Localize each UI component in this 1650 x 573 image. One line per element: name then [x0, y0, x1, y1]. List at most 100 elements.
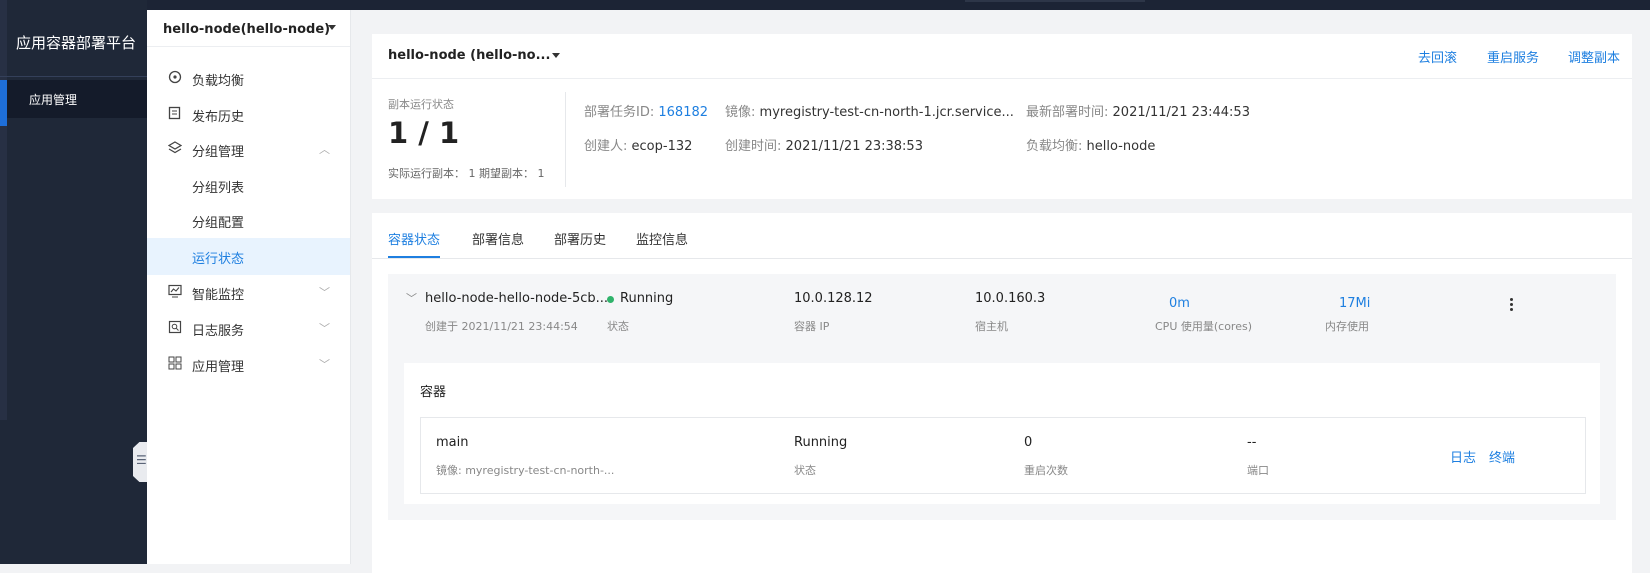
field-label: 创建时间:: [725, 139, 782, 154]
divider: [372, 78, 1632, 79]
load-balancer-value: hello-node: [1086, 139, 1156, 154]
app-summary-card: hello-node (hello-no... 去回滚 重启服务 调整副本 副本…: [372, 34, 1632, 199]
container-ip: 10.0.128.12: [794, 291, 873, 306]
restart-count-label: 重启次数: [1024, 464, 1068, 477]
field-label: 负载均衡:: [1026, 139, 1083, 154]
tab-monitor-info[interactable]: 监控信息: [636, 229, 688, 248]
sidebar-strip: [0, 0, 7, 420]
tab-deploy-history[interactable]: 部署历史: [554, 229, 606, 248]
monitor-icon: [168, 284, 184, 300]
platform-title: 应用容器部署平台: [16, 34, 137, 52]
active-indicator: [0, 80, 7, 126]
replica-status-label: 副本运行状态: [388, 98, 454, 111]
chevron-down-icon[interactable]: ﹀: [406, 290, 417, 306]
containers-panel: 容器 main 镜像: myregistry-test-cn-north-...…: [404, 363, 1600, 504]
detail-card: 容器状态 部署信息 部署历史 监控信息 ﹀ hello-node-hello-n…: [372, 213, 1632, 573]
restart-count: 0: [1024, 435, 1033, 450]
menu-item-label: 负载均衡: [192, 74, 245, 89]
menu-item-running-status[interactable]: 运行状态: [147, 238, 350, 275]
adjust-replicas-button[interactable]: 调整副本: [1568, 47, 1620, 66]
caret-down-icon[interactable]: [552, 53, 560, 58]
memory-usage-label: 内存使用: [1325, 320, 1369, 333]
image-value: myregistry-test-cn-north-1.jcr.service..…: [759, 105, 1014, 120]
field-label: 最新部署时间:: [1026, 105, 1109, 120]
container-ip-label: 容器 IP: [794, 320, 830, 333]
chevron-down-icon: ﹀: [319, 286, 330, 299]
cpu-usage-label: CPU 使用量(cores): [1155, 320, 1253, 333]
log-icon: [168, 320, 184, 336]
pod-status: Running: [620, 291, 674, 306]
menu-item-label: 运行状态: [192, 252, 245, 267]
pod-created-time: 创建于 2021/11/21 23:44:54: [425, 320, 578, 333]
memory-usage-link[interactable]: 17Mi: [1339, 296, 1370, 311]
menu-item-group-list[interactable]: 分组列表: [147, 167, 350, 204]
terminal-link[interactable]: 终端: [1489, 447, 1515, 466]
load-balancer-icon: [168, 70, 184, 86]
host-ip: 10.0.160.3: [975, 291, 1046, 306]
history-icon: [168, 106, 184, 122]
menu-item-load-balancing[interactable]: 负载均衡: [147, 60, 350, 97]
latest-deploy-time-value: 2021/11/21 23:44:53: [1112, 105, 1250, 120]
more-vertical-icon[interactable]: [1510, 298, 1514, 313]
creator-value: ecop-132: [631, 139, 693, 154]
app-selector-label: hello-node(hello-node): [163, 22, 331, 37]
sidebar-item-label: 应用管理: [29, 93, 78, 107]
chevron-up-icon: ︿: [319, 143, 330, 156]
restart-service-button[interactable]: 重启服务: [1487, 47, 1539, 66]
caret-down-icon: [328, 25, 336, 30]
top-bar-search-stub: [965, 0, 1145, 2]
active-tab-indicator: [388, 256, 440, 258]
task-id-field: 部署任务ID: 168182: [584, 101, 708, 120]
status-dot-icon: [607, 296, 614, 303]
menu-item-group-config[interactable]: 分组配置: [147, 202, 350, 239]
field-label: 创建人:: [584, 139, 628, 154]
app-selector[interactable]: hello-node(hello-node): [147, 10, 350, 47]
created-time-field: 创建时间: 2021/11/21 23:38:53: [725, 135, 923, 154]
menu-item-log-service[interactable]: 日志服务 ﹀: [147, 310, 350, 347]
creator-field: 创建人: ecop-132: [584, 135, 692, 154]
latest-deploy-time-field: 最新部署时间: 2021/11/21 23:44:53: [1026, 101, 1250, 120]
menu-item-label: 应用管理: [192, 360, 245, 375]
image-field: 镜像: myregistry-test-cn-north-1.jcr.servi…: [725, 101, 1014, 120]
field-label: 镜像:: [725, 105, 756, 120]
rollback-button[interactable]: 去回滚: [1418, 47, 1457, 66]
container-image: 镜像: myregistry-test-cn-north-...: [436, 464, 615, 477]
pod-name[interactable]: hello-node-hello-node-5cb...: [425, 291, 608, 306]
logs-link[interactable]: 日志: [1450, 447, 1476, 466]
menu-item-label: 分组配置: [192, 216, 245, 231]
tab-deploy-info[interactable]: 部署信息: [472, 229, 524, 248]
layers-icon: [167, 141, 184, 157]
apps-icon: [168, 356, 184, 372]
menu-item-group-management[interactable]: 分组管理 ︿: [147, 131, 350, 168]
sidebar-item-app-management[interactable]: 应用管理: [0, 80, 147, 126]
pod-panel: ﹀ hello-node-hello-node-5cb... 创建于 2021/…: [388, 274, 1616, 520]
replica-count: 1 / 1: [388, 116, 460, 150]
menu-item-label: 智能监控: [192, 288, 245, 303]
menu-item-label: 分组列表: [192, 181, 245, 196]
menu-item-label: 发布历史: [192, 110, 245, 125]
menu-item-smart-monitor[interactable]: 智能监控 ﹀: [147, 274, 350, 311]
cpu-usage-link[interactable]: 0m: [1169, 296, 1190, 311]
main-sidebar: 应用容器部署平台 应用管理: [0, 0, 147, 564]
chevron-down-icon: ﹀: [319, 358, 330, 371]
menu-item-label: 分组管理: [192, 145, 245, 160]
task-id-link[interactable]: 168182: [658, 105, 708, 120]
divider: [565, 92, 566, 187]
menu-icon: ☰: [136, 453, 147, 467]
menu-item-release-history[interactable]: 发布历史: [147, 96, 350, 133]
secondary-menu: hello-node(hello-node) 负载均衡 发布历史 分组管理 ︿ …: [147, 10, 351, 564]
created-time-value: 2021/11/21 23:38:53: [785, 139, 923, 154]
tab-container-status[interactable]: 容器状态: [388, 229, 440, 248]
sidebar-divider: [0, 76, 147, 77]
container-status-label: 状态: [794, 464, 816, 477]
port-label: 端口: [1247, 464, 1269, 477]
app-title-selector[interactable]: hello-node (hello-no...: [388, 48, 550, 63]
menu-item-label: 日志服务: [192, 324, 245, 339]
menu-item-app-management[interactable]: 应用管理 ﹀: [147, 346, 350, 383]
tab-bar: 容器状态 部署信息 部署历史 监控信息: [372, 213, 1632, 259]
load-balancer-field: 负载均衡: hello-node: [1026, 135, 1155, 154]
container-row: main 镜像: myregistry-test-cn-north-... Ru…: [420, 417, 1586, 494]
replica-meta: 实际运行副本： 1 期望副本： 1: [388, 167, 545, 180]
container-name: main: [436, 435, 469, 450]
port-value: --: [1247, 435, 1257, 450]
